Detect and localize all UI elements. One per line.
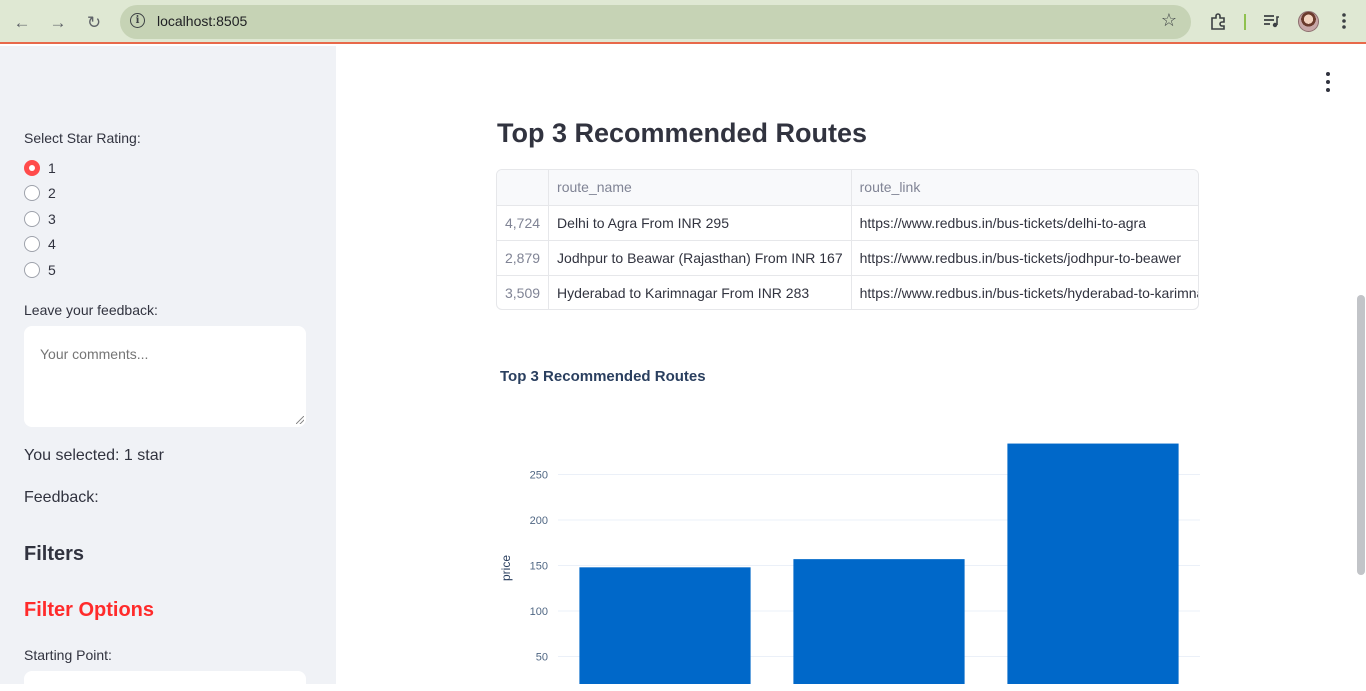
price-bar[interactable] [793,559,965,684]
rating-option-label: 4 [48,236,56,252]
starting-point-select[interactable] [24,671,306,691]
rating-option-label: 2 [48,185,56,201]
url-text[interactable]: localhost:8505 [157,13,247,29]
radio-unchecked-icon[interactable] [24,211,40,227]
table-row: 2,879 Jodhpur to Beawar (Rajasthan) From… [497,240,1198,276]
rating-option-2[interactable]: 2 [24,183,56,203]
resize-grip-icon[interactable] [296,416,304,424]
y-tick-label: 250 [530,470,548,482]
rating-option-label: 3 [48,211,56,227]
app-menu-icon[interactable] [1320,72,1336,92]
star-rating-label: Select Star Rating: [24,130,141,146]
page-title: Top 3 Recommended Routes [497,118,868,148]
forward-arrow-icon[interactable]: → [45,9,71,35]
route-name-cell[interactable]: Delhi to Agra From INR 295 [548,205,852,241]
y-axis-label: price [499,555,513,581]
address-bar[interactable]: i localhost:8505 ☆ [120,5,1191,39]
radio-unchecked-icon[interactable] [24,236,40,252]
radio-unchecked-icon[interactable] [24,185,40,201]
route-name-column-header[interactable]: route_name [548,170,852,206]
page-scrollbar[interactable] [1357,295,1365,575]
feedback-display-text: Feedback: [24,489,99,506]
route-name-cell[interactable]: Hyderabad to Karimnagar From INR 283 [548,275,852,309]
price-bar-chart: 50 100 150 200 250 price [499,443,1200,684]
row-index[interactable]: 3,509 [497,275,550,309]
feedback-label: Leave your feedback: [24,302,158,318]
y-tick-label: 100 [530,606,548,618]
feedback-textarea[interactable] [24,326,306,427]
y-tick-label: 150 [530,561,548,573]
route-link-column-header[interactable]: route_link [851,170,1198,206]
index-column-header[interactable] [497,170,550,206]
row-index[interactable]: 2,879 [497,240,550,276]
profile-avatar[interactable] [1298,11,1319,32]
site-info-icon[interactable]: i [130,13,145,28]
extensions-icon[interactable] [1209,12,1227,30]
y-tick-label: 200 [530,515,548,527]
rating-option-label: 5 [48,262,56,278]
table-row: 4,724 Delhi to Agra From INR 295 https:/… [497,205,1198,241]
y-tick-label: 50 [536,652,548,664]
route-link-cell[interactable]: https://www.redbus.in/bus-tickets/hydera… [851,275,1198,309]
routes-table: route_name route_link 4,724 Delhi to Agr… [496,169,1199,310]
route-link-cell[interactable]: https://www.redbus.in/bus-tickets/delhi-… [851,205,1198,241]
rating-option-label: 1 [48,160,56,176]
price-bar[interactable] [1007,443,1179,684]
price-bar[interactable] [579,567,751,684]
toolbar-divider [1244,14,1246,30]
filter-options-heading: Filter Options [24,599,154,621]
chart-title: Top 3 Recommended Routes [500,368,706,385]
route-name-cell[interactable]: Jodhpur to Beawar (Rajasthan) From INR 1… [548,240,852,276]
table-header-row: route_name route_link [497,170,1198,206]
bookmark-star-icon[interactable]: ☆ [1161,10,1177,31]
table-row: 3,509 Hyderabad to Karimnagar From INR 2… [497,275,1198,309]
row-index[interactable]: 4,724 [497,205,550,241]
filters-heading: Filters [24,543,85,565]
rating-option-1[interactable]: 1 [24,158,56,178]
browser-menu-icon[interactable] [1335,12,1353,30]
rating-option-4[interactable]: 4 [24,234,56,254]
browser-toolbar: ← → ↻ i localhost:8505 ☆ [0,0,1366,44]
starting-point-label: Starting Point: [24,647,112,663]
reload-icon[interactable]: ↻ [81,9,107,35]
route-link-cell[interactable]: https://www.redbus.in/bus-tickets/jodhpu… [851,240,1198,276]
rating-option-3[interactable]: 3 [24,209,56,229]
radio-unchecked-icon[interactable] [24,262,40,278]
rating-option-5[interactable]: 5 [24,260,56,280]
media-control-icon[interactable] [1262,12,1280,30]
back-arrow-icon[interactable]: ← [9,9,35,35]
radio-checked-icon[interactable] [24,160,40,176]
selected-rating-text: You selected: 1 star [24,447,164,464]
sidebar: Select Star Rating: 1 2 3 4 5 Leave your… [0,46,336,691]
